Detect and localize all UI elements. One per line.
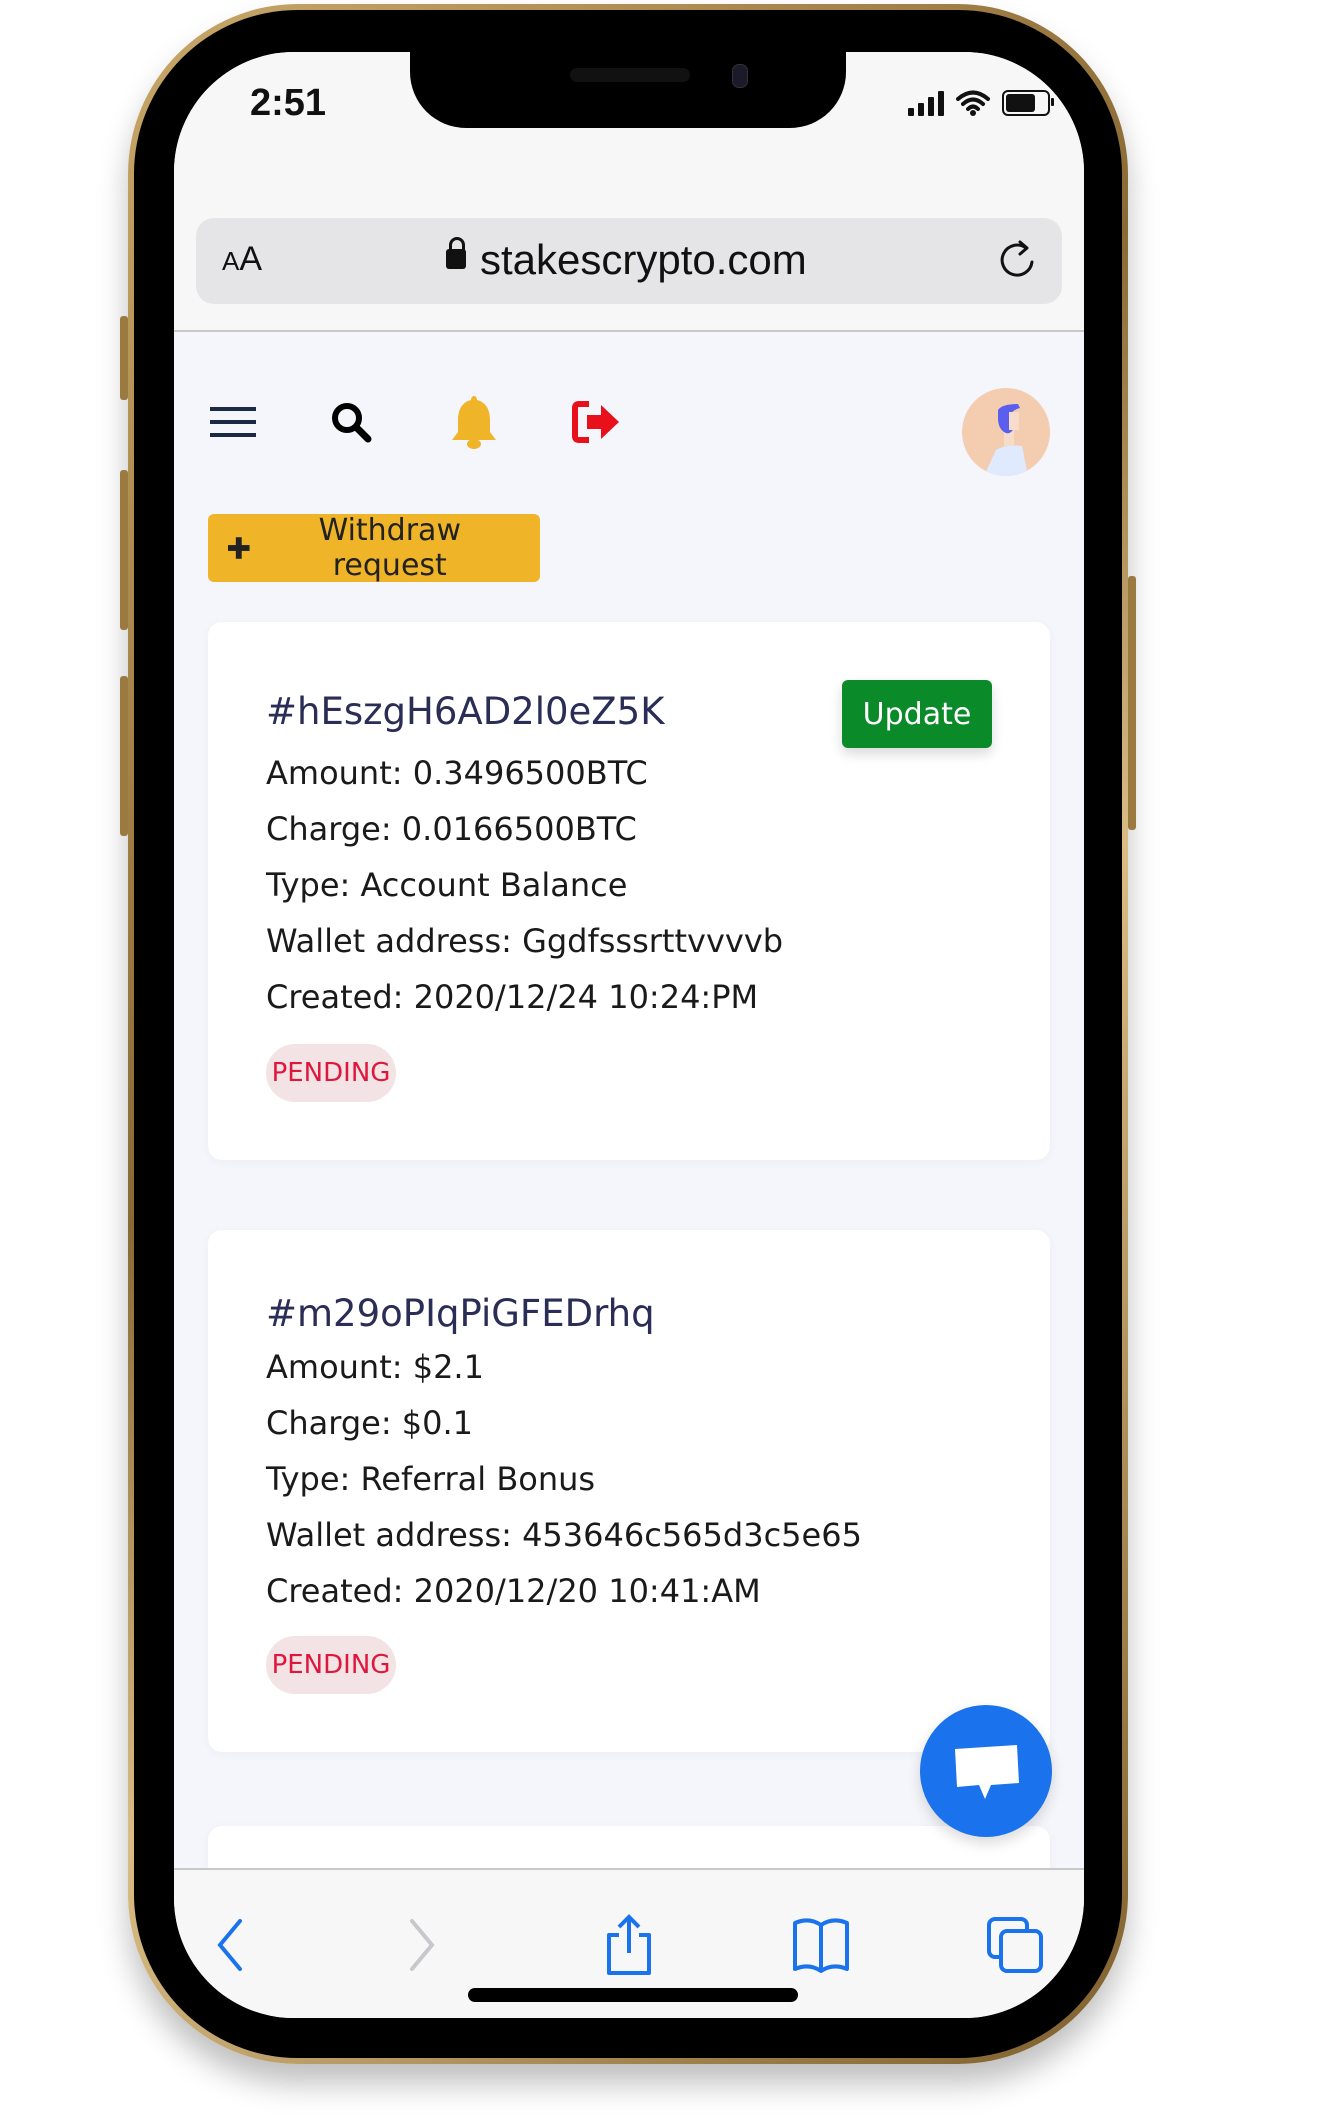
battery-fill — [1006, 94, 1035, 112]
cellular-signal-icon — [908, 90, 944, 116]
withdrawal-id: #hEszgH6AD2l0eZ5K — [266, 690, 665, 733]
menu-icon[interactable] — [208, 382, 258, 462]
side-button-silent — [120, 316, 128, 400]
back-icon[interactable] — [194, 1910, 264, 1980]
withdrawal-created: Created: 2020/12/24 10:24:PM — [266, 978, 759, 1016]
url-display[interactable]: stakescrypto.com — [446, 236, 807, 284]
bookmarks-icon[interactable] — [786, 1910, 856, 1980]
status-badge: PENDING — [266, 1636, 396, 1694]
withdrawal-amount: Amount: 0.3496500BTC — [266, 754, 648, 792]
forward-icon[interactable] — [388, 1910, 458, 1980]
url-text: stakescrypto.com — [480, 236, 807, 283]
text-size-button[interactable]: AA — [222, 240, 262, 279]
status-badge: PENDING — [266, 1044, 396, 1102]
front-camera — [732, 64, 748, 88]
side-button-power — [1128, 576, 1136, 830]
browser-address-bar: AA stakescrypto.com — [174, 152, 1084, 332]
status-time: 2:51 — [250, 82, 327, 124]
side-button-volume-down — [120, 676, 128, 836]
screen: 2:51 AA stakescrypto.com Withdraw reques… — [174, 52, 1084, 2018]
withdrawal-amount: Amount: $2.1 — [266, 1348, 484, 1386]
status-icons — [908, 90, 1054, 116]
tabs-icon[interactable] — [980, 1910, 1050, 1980]
notch — [410, 52, 846, 128]
text-size-large: A — [239, 240, 263, 278]
withdrawal-card: #m29oPIqPiGFEDrhq Amount: $2.1 Charge: $… — [208, 1230, 1050, 1752]
search-icon[interactable] — [326, 382, 376, 462]
bell-icon[interactable] — [444, 382, 504, 462]
top-navigation — [208, 382, 1050, 476]
browser-toolbar — [174, 1868, 1084, 2018]
logout-icon[interactable] — [566, 382, 626, 462]
withdrawal-type: Type: Account Balance — [266, 866, 628, 904]
withdrawal-type: Type: Referral Bonus — [266, 1460, 596, 1498]
withdrawal-id: #m29oPIqPiGFEDrhq — [266, 1292, 655, 1335]
url-field[interactable]: AA stakescrypto.com — [196, 218, 1062, 304]
lock-icon — [446, 237, 466, 273]
withdraw-request-label: Withdraw request — [318, 513, 461, 583]
withdrawal-created: Created: 2020/12/20 10:41:AM — [266, 1572, 761, 1610]
update-button[interactable]: Update — [842, 680, 992, 748]
withdrawal-card: #hEszgH6AD2l0eZ5K Update Amount: 0.34965… — [208, 622, 1050, 1160]
side-button-volume-up — [120, 470, 128, 630]
plus-icon — [228, 537, 250, 559]
withdrawal-wallet: Wallet address: Ggdfsssrttvvvvb — [266, 922, 784, 960]
chat-button[interactable] — [920, 1705, 1052, 1837]
page-content: Withdraw request #hEszgH6AD2l0eZ5K Updat… — [174, 332, 1084, 1906]
battery-icon — [1002, 90, 1054, 116]
wifi-icon — [956, 90, 990, 116]
text-size-small: A — [222, 246, 240, 276]
share-icon[interactable] — [594, 1910, 664, 1980]
withdrawal-charge: Charge: $0.1 — [266, 1404, 474, 1442]
withdrawal-charge: Charge: 0.0166500BTC — [266, 810, 637, 848]
speaker — [570, 68, 690, 82]
reload-icon[interactable] — [996, 238, 1040, 282]
withdraw-request-button[interactable]: Withdraw request — [208, 513, 540, 583]
user-avatar[interactable] — [962, 388, 1050, 476]
chat-icon — [955, 1745, 1019, 1799]
withdrawal-wallet: Wallet address: 453646c565d3c5e65 — [266, 1516, 862, 1554]
home-indicator[interactable] — [468, 1988, 798, 2002]
